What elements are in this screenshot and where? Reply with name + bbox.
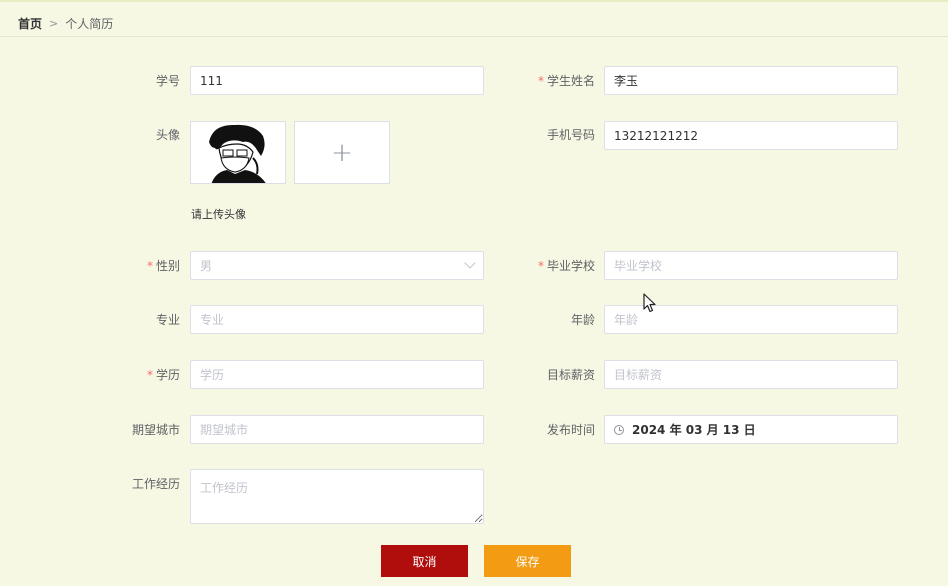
required-mark: * [146,259,153,273]
gender-select[interactable]: 男 [190,251,484,280]
chevron-down-icon [464,257,476,269]
clock-icon [614,424,624,435]
cancel-button[interactable]: 取消 [381,545,468,577]
avatar-label: 头像 [155,128,180,142]
breadcrumb-home[interactable]: 首页 [18,15,42,32]
breadcrumb-current: 个人简历 [65,16,114,31]
gender-label: * 性别 [146,259,180,273]
school-label: * 毕业学校 [537,259,595,273]
school-input[interactable]: 毕业学校 [604,251,898,280]
mouse-cursor-icon [643,293,657,316]
salary-input[interactable]: 目标薪资 [604,360,898,389]
required-mark: * [146,368,153,382]
major-input[interactable]: 专业 [190,305,484,334]
plus-icon: + [331,137,353,168]
breadcrumb: 首页 > 个人简历 [18,14,113,32]
avatar-image[interactable] [190,121,286,184]
top-border [0,0,948,2]
upload-tip: 请上传头像 [191,208,246,221]
age-label: 年龄 [570,313,595,327]
major-label: 专业 [155,313,180,327]
breadcrumb-separator: > [49,16,59,30]
publish-time-picker[interactable]: 2024 年 03 月 13 日 [604,415,898,444]
avatar-upload-button[interactable]: + [294,121,390,184]
education-input[interactable]: 学历 [190,360,484,389]
student-name-label: * 学生姓名 [537,74,595,88]
student-no-input[interactable]: 111 [190,66,484,95]
salary-label: 目标薪资 [546,368,595,382]
education-label: * 学历 [146,368,180,382]
required-mark: * [537,74,544,88]
experience-textarea[interactable] [190,469,484,524]
phone-label: 手机号码 [546,128,595,142]
city-input[interactable]: 期望城市 [190,415,484,444]
student-name-input[interactable]: 李玉 [604,66,898,95]
experience-label: 工作经历 [131,477,180,491]
student-no-label: 学号 [155,74,180,88]
required-mark: * [537,259,544,273]
breadcrumb-divider [0,36,948,37]
publish-time-label: 发布时间 [546,423,595,437]
city-label: 期望城市 [131,423,180,437]
phone-input[interactable]: 13212121212 [604,121,898,150]
save-button[interactable]: 保存 [484,545,571,577]
